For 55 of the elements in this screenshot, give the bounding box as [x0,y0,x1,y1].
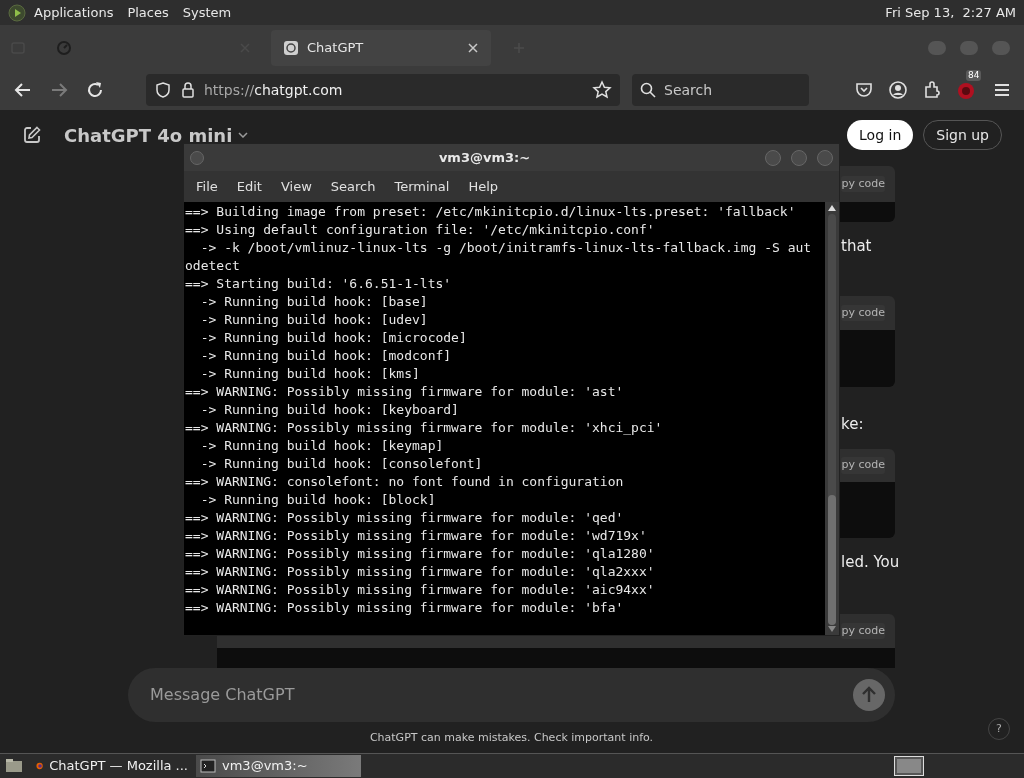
copy-code-button[interactable]: py code [841,175,885,193]
terminal-output: ==> Building image from preset: /etc/mkinitcpio.d/linux-lts.preset: 'fallback' ==> Using default configuration file: '/etc/mkinitcpio.conf' -> -k /boot/vmlinuz-linux-lts -g /boot/initramfs-linux-lts-fallback.img -S aut odetect ==> Starting build: '6.6.51-1-lts' -> Running build hook: [base] -> Running build hook: [udev] -> Running build hook: [microcode] -> Running build hook: [modconf] -> Running build hook: [kms] ==> WARNING: Possibly missing firmware for module: 'ast' -> Running build hook: [keyboard] ==> WARNING: Possibly missing firmware for module: 'xhci_pci' -> Running build hook: [keymap] -> Running build hook: [consolefont] ==> WARNING: consolefont: no font found in configuration -> Running build hook: [block] ==> WARNING: Possibly missing firmware for module: 'qed' ==> WARNING: Possibly missing firmware for module: 'wd719x' ==> WARNING: Possibly missing firmware for module: 'qla1280' ==> WARNING: Possibly missing firmware for module: 'qla2xxx' ==> WARNING: Possibly missing firmware for module: 'aic94xx' ==> WARNING: Possibly missing firmware for module: 'bfa' [184,203,813,617]
copy-code-button[interactable]: py code [841,457,885,474]
search-placeholder: Search [664,80,713,100]
shield-icon[interactable] [154,81,172,99]
app-menu-icon[interactable] [8,3,26,22]
message-text: led. You [841,553,900,571]
workspace-switcher[interactable] [894,756,924,776]
close-button[interactable] [817,149,833,166]
chatbot-logo-icon [283,39,299,56]
login-button[interactable]: Log in [847,120,914,150]
copy-code-button[interactable]: py code [841,304,885,322]
menu-item[interactable]: Terminal [386,176,458,197]
copy-code-button[interactable]: py code [841,622,885,640]
search-icon [640,82,656,98]
menu-item[interactable]: Edit [228,176,270,197]
address-bar[interactable]: https://chatgpt.com [146,74,620,106]
tab-title: ChatGPT [307,38,365,57]
message-text: that [841,237,872,255]
panel-menu[interactable]: Applications [34,2,114,23]
chevron-down-icon[interactable] [238,132,249,138]
maximize-button[interactable] [791,149,807,166]
new-chat-icon[interactable] [22,125,42,145]
message-text: ke: [841,415,864,433]
taskbar-item[interactable]: vm3@vm3:~ [196,755,361,777]
lock-icon[interactable] [180,81,196,99]
panel-menu[interactable]: System [182,2,232,23]
model-selector[interactable]: ChatGPT 4o mini [64,121,233,149]
taskbar-item[interactable]: ChatGPT — Mozilla ... [32,755,192,777]
menu-item[interactable]: Search [322,176,384,197]
message-input[interactable]: Message ChatGPT [128,668,895,722]
scroll-thumb[interactable] [828,495,836,625]
minimize-button[interactable] [765,149,781,166]
gauge-icon [56,39,72,56]
window-title: vm3@vm3:~ [437,148,532,167]
scrollbar[interactable] [825,202,839,635]
panel-menu[interactable]: Places [127,2,169,23]
extensions-icon[interactable] [922,80,942,100]
pocket-icon[interactable] [854,80,874,100]
scroll-up-icon[interactable] [827,204,837,212]
browser-tab[interactable]: ChatGPT [271,29,491,66]
url-text: https://chatgpt.com [204,80,344,100]
send-button-icon[interactable] [853,679,885,711]
menu-item[interactable]: Help [460,176,507,197]
search-field[interactable]: Search [632,74,809,106]
message-placeholder: Message ChatGPT [150,684,296,706]
window-menu-button[interactable] [190,150,204,165]
clock: Fri Sep 13, 2:27 AM [885,3,1016,22]
disclaimer-text: ChatGPT can make mistakes. Check important info. [368,730,655,746]
menu-item[interactable]: View [272,176,320,197]
extension-badge: 84 [966,70,982,81]
bookmark-star-icon[interactable] [592,80,612,100]
terminal-icon [200,758,216,774]
account-icon[interactable] [888,80,908,100]
menu-item[interactable]: File [188,176,226,197]
